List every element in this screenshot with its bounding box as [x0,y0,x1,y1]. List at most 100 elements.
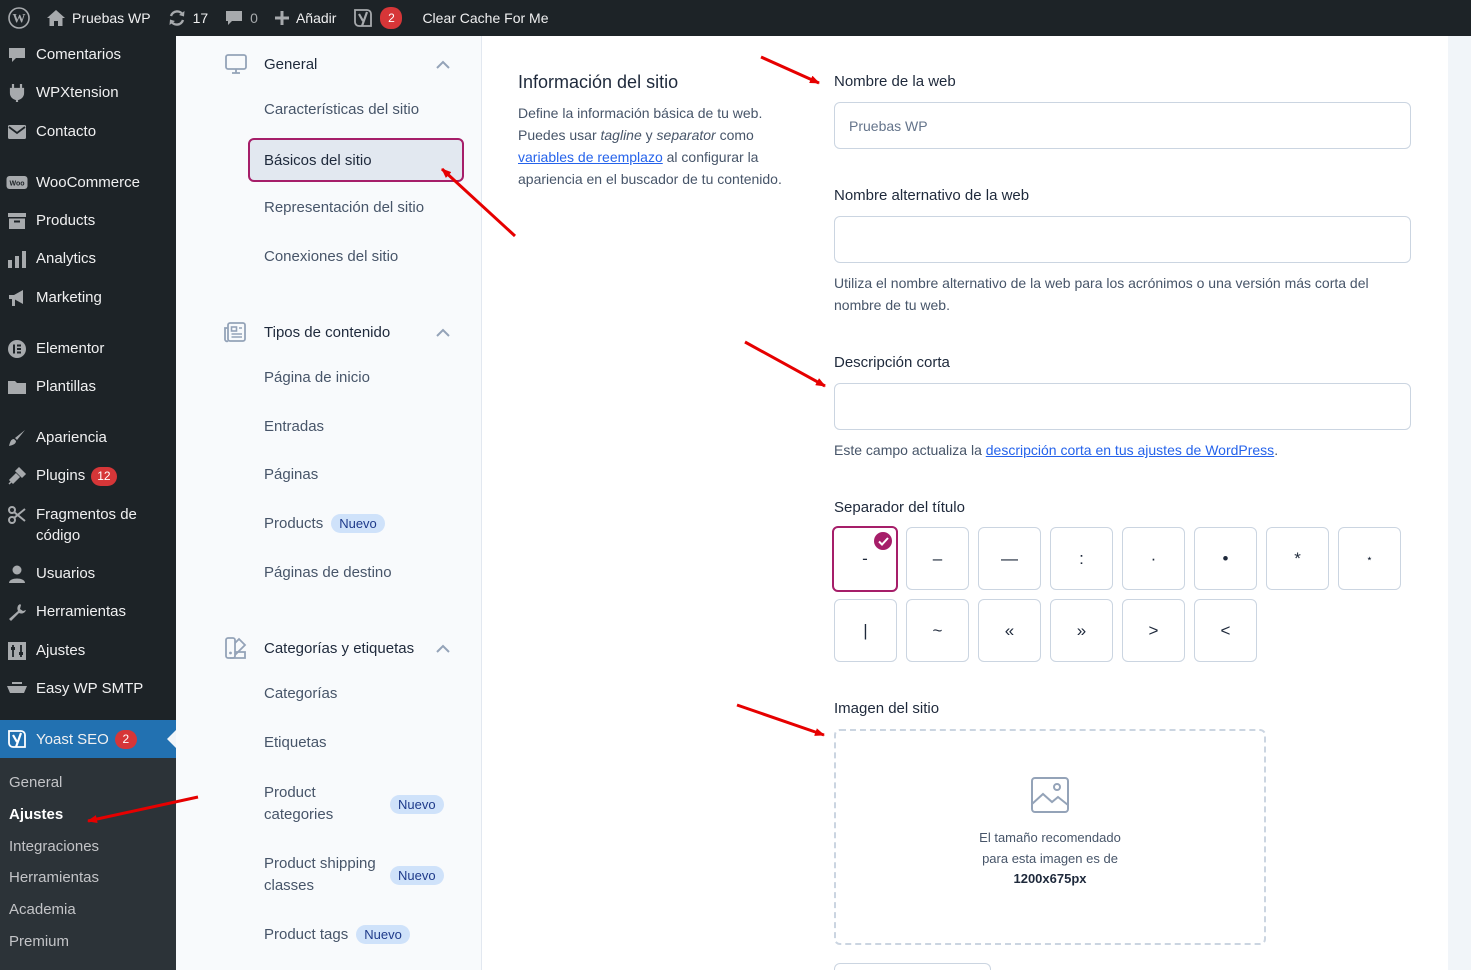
nav-product-categories[interactable]: Product categories Nuevo [264,782,464,826]
wordpress-settings-link[interactable]: descripción corta en tus ajustes de Word… [986,442,1274,458]
separator-option[interactable]: | [834,599,897,662]
separator-option[interactable]: · [1122,527,1185,590]
site-name-link[interactable]: Pruebas WP [38,0,159,36]
menu-fragmentos[interactable]: Fragmentos de código [0,504,176,546]
nav-paginas-destino[interactable]: Páginas de destino [264,564,392,581]
yoast-adminbar-link[interactable]: 2 [344,0,410,36]
admin-bar: W Pruebas WP 17 0 Añadir 2 Clear Cache F… [0,0,1471,36]
menu-apariencia[interactable]: Apariencia [0,427,176,449]
menu-herramientas[interactable]: Herramientas [0,601,176,623]
menu-label: Products [36,212,96,229]
submenu-herramientas[interactable]: Herramientas [9,869,99,886]
comment-bubble-icon [224,9,244,27]
separator-option[interactable]: • [1194,527,1257,590]
menu-analytics[interactable]: Analytics [0,248,176,270]
submenu-academia[interactable]: Academia [9,901,76,918]
nav-entradas[interactable]: Entradas [264,418,324,435]
nav-conexiones[interactable]: Conexiones del sitio [264,248,398,265]
submenu-integraciones[interactable]: Integraciones [9,838,99,855]
section-title: Información del sitio [518,72,679,92]
menu-yoast-seo[interactable]: Yoast SEO 2 [0,720,176,758]
separator-option[interactable]: : [1050,527,1113,590]
brush-icon [6,427,28,449]
separator-option[interactable]: « [978,599,1041,662]
nav-group-content-types[interactable]: Tipos de contenido [224,320,464,344]
archive-icon [6,210,28,232]
nav-product-tags[interactable]: Product tags Nuevo [264,925,410,944]
menu-label: Contacto [36,123,97,140]
menu-wpxtension[interactable]: WPXtension [0,82,176,104]
menu-elementor[interactable]: Elementor [0,338,176,360]
nav-representacion[interactable]: Representación del sitio [264,199,424,216]
site-image-dropzone[interactable]: El tamaño recomendado para esta imagen e… [834,729,1266,945]
nav-link-label: Products [264,515,324,532]
separator-option[interactable]: < [1194,599,1257,662]
menu-ajustes[interactable]: Ajustes [0,640,176,662]
new-badge: Nuevo [390,794,444,814]
separator-option[interactable]: ⋆ [1338,527,1401,590]
menu-contacto[interactable]: Contacto [0,121,176,143]
menu-easy-wp-smtp[interactable]: Easy WP SMTP [0,678,176,700]
menu-label: Apariencia [36,429,107,446]
woo-icon: Woo [6,172,28,194]
menu-comentarios[interactable]: Comentarios [0,44,176,66]
menu-woocommerce[interactable]: Woo WooCommerce [0,172,176,194]
chevron-up-icon [436,56,450,73]
comment-icon [6,44,28,66]
nav-link-label: Product shipping classes [264,855,376,894]
nav-pagina-inicio[interactable]: Página de inicio [264,369,370,386]
menu-plugins[interactable]: Plugins 12 [0,465,176,487]
replacement-variables-link[interactable]: variables de reemplazo [518,149,663,165]
site-image-label: Imagen del sitio [834,700,940,717]
refresh-icon [167,8,187,28]
submenu-premium[interactable]: Premium [9,933,69,950]
site-name-input[interactable] [834,102,1411,149]
wordpress-logo-button[interactable]: W [0,0,38,36]
nav-products[interactable]: Products Nuevo [264,514,385,533]
menu-products[interactable]: Products [0,210,176,232]
menu-label: Yoast SEO 2 [36,729,137,750]
menu-label: WooCommerce [36,174,140,191]
add-new-label: Añadir [295,10,337,26]
nav-basicos-active[interactable]: Básicos del sitio [248,138,464,182]
megaphone-icon [6,287,28,309]
alt-site-name-label: Nombre alternativo de la web [834,187,1030,204]
menu-label: Herramientas [36,603,127,620]
nav-paginas[interactable]: Páginas [264,466,318,483]
alt-site-name-input[interactable] [834,216,1411,263]
newspaper-icon [224,320,248,344]
menu-label: Comentarios [36,46,122,63]
nav-etiquetas[interactable]: Etiquetas [264,734,327,751]
menu-usuarios[interactable]: Usuarios [0,563,176,585]
separator-option[interactable]: > [1122,599,1185,662]
comments-count: 0 [250,10,258,26]
select-image-button[interactable] [834,963,991,970]
nav-categorias[interactable]: Categorías [264,685,337,702]
separator-option[interactable]: * [1266,527,1329,590]
submenu-ajustes[interactable]: Ajustes [9,806,63,823]
tagline-input[interactable] [834,383,1411,430]
elementor-icon [6,338,28,360]
yoast-icon [6,728,28,750]
page-right-gutter [1448,36,1471,970]
clear-cache-link[interactable]: Clear Cache For Me [410,0,556,36]
updates-link[interactable]: 17 [159,0,217,36]
submenu-general[interactable]: General [9,774,62,791]
chevron-up-icon [436,640,450,657]
separator-option[interactable]: – [906,527,969,590]
separator-option[interactable]: ~ [906,599,969,662]
separator-option[interactable]: - [832,526,898,592]
menu-plantillas[interactable]: Plantillas [0,376,176,398]
add-new-link[interactable]: Añadir [266,0,344,36]
nav-caracteristicas[interactable]: Características del sitio [264,101,419,118]
nav-group-taxonomies[interactable]: Categorías y etiquetas [224,636,464,660]
separator-option[interactable]: » [1050,599,1113,662]
separator-option[interactable]: — [978,527,1041,590]
nav-group-general[interactable]: General [224,52,464,76]
comments-link[interactable]: 0 [216,0,266,36]
menu-marketing[interactable]: Marketing [0,287,176,309]
section-description: Define la información básica de tu web. … [518,105,782,187]
new-badge: Nuevo [356,925,410,944]
nav-product-shipping-classes[interactable]: Product shipping classes Nuevo [264,853,464,897]
menu-label: Analytics [36,250,97,267]
